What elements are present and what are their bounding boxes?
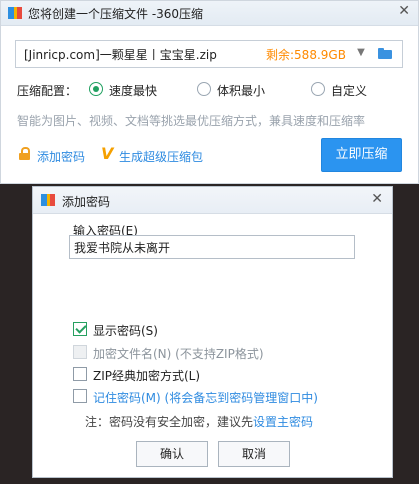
password-input[interactable] [69,235,355,259]
option-fastest-label[interactable]: 速度最快 [109,82,157,99]
encrypt-filenames-label: 加密文件名(N) (不支持ZIP格式) [93,347,264,361]
chevron-down-icon[interactable]: ▼ [353,43,369,63]
zip-classic-encryption-label[interactable]: ZIP经典加密方式(L) [93,367,200,384]
app-icon [41,193,55,207]
window-title: 您将创建一个压缩文件 -360压缩 [28,7,204,21]
close-icon[interactable]: ✕ [398,3,410,19]
remember-password-checkbox[interactable] [73,389,87,403]
folder-icon[interactable] [378,48,392,59]
compress-now-button[interactable]: 立即压缩 [321,138,402,172]
dialog-title: 添加密码 [62,195,111,209]
config-label: 压缩配置： [17,84,78,98]
radio-fastest[interactable] [89,82,103,96]
output-path-field[interactable]: [Jinricp.com]一颗星星丨宝宝星.zip 剩余:588.9GB ▼ [15,40,403,68]
vip-icon[interactable]: V [101,144,113,163]
confirm-button[interactable]: 确认 [136,441,208,467]
option-custom-label[interactable]: 自定义 [331,82,367,99]
security-note: 注：密码没有安全加密，建议先设置主密码 [85,413,313,430]
zip-classic-encryption-checkbox[interactable] [73,367,87,381]
compress-window: 您将创建一个压缩文件 -360压缩 ✕ [Jinricp.com]一颗星星丨宝宝… [0,0,419,184]
super-package-link[interactable]: 生成超级压缩包 [119,148,203,165]
show-password-label[interactable]: 显示密码(S) [93,322,158,339]
encrypt-filenames-checkbox [73,345,87,359]
app-icon [8,6,22,20]
remaining-space-label: 剩余:588.9GB [266,48,346,62]
radio-smallest[interactable] [197,82,211,96]
remember-password-label[interactable]: 记住密码(M) (将会备忘到密码管理窗口中) [93,389,318,406]
compress-window-titlebar[interactable]: 您将创建一个压缩文件 -360压缩 ✕ [1,1,418,26]
config-hint: 智能为图片、视频、文档等挑选最优压缩方式，兼具速度和压缩率 [17,114,366,128]
output-path-value[interactable]: [Jinricp.com]一颗星星丨宝宝星.zip [24,46,217,63]
security-note-text: 注：密码没有安全加密，建议先 [85,415,254,429]
close-icon[interactable]: ✕ [371,191,383,207]
cancel-button[interactable]: 取消 [218,441,290,467]
radio-custom[interactable] [311,82,325,96]
lock-icon[interactable] [19,147,30,160]
set-master-password-link[interactable]: 设置主密码 [253,415,313,429]
option-smallest-label[interactable]: 体积最小 [217,82,265,99]
add-password-dialog: 添加密码 ✕ 输入密码(E) 显示密码(S) 加密文件名(N) (不支持ZIP格… [32,186,393,478]
show-password-checkbox[interactable] [73,322,87,336]
add-password-link[interactable]: 添加密码 [37,148,85,165]
dialog-titlebar[interactable]: 添加密码 ✕ [33,187,392,214]
